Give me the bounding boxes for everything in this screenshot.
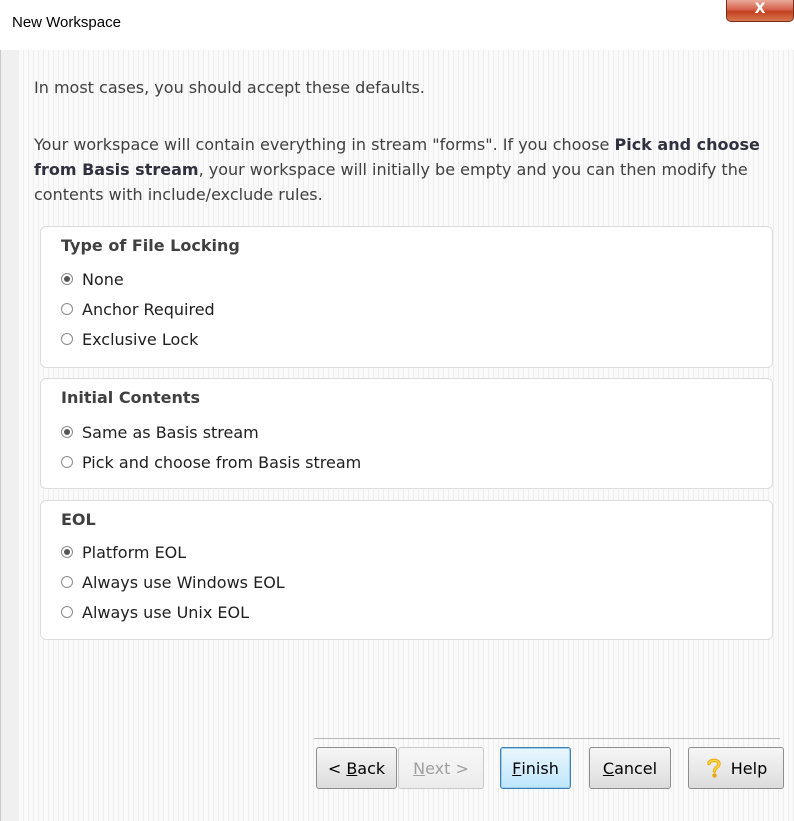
finish-button-rest: inish [521,758,559,778]
finish-button-mnemonic: F [512,758,522,778]
contents-option-pick[interactable]: Pick and choose from Basis stream [61,451,361,473]
eol-title: EOL [61,510,96,529]
locking-option-exclusive-lock-label: Exclusive Lock [82,329,199,349]
locking-option-anchor-required[interactable]: Anchor Required [61,298,215,320]
question-mark-icon [707,758,721,778]
radio-platform-eol[interactable] [61,546,73,558]
next-button-mnemonic: N [413,758,426,778]
locking-option-anchor-required-label: Anchor Required [82,299,215,319]
radio-anchor-required[interactable] [61,303,73,315]
radio-windows-eol[interactable] [61,576,73,588]
next-button-rest: ext > [425,758,469,778]
eol-group: EOL Platform EOL Always use Windows EOL … [40,500,773,640]
contents-option-same[interactable]: Same as Basis stream [61,421,259,443]
back-button-prefix: < [327,758,347,778]
back-button-rest: ack [357,758,386,778]
eol-option-unix[interactable]: Always use Unix EOL [61,601,249,623]
intro-text: In most cases, you should accept these d… [34,78,425,97]
eol-option-platform[interactable]: Platform EOL [61,541,186,563]
title-bar: New Workspace X [0,0,794,50]
back-button-mnemonic: B [346,758,358,778]
initial-contents-group: Initial Contents Same as Basis stream Pi… [40,378,773,489]
locking-option-none[interactable]: None [61,268,124,290]
eol-option-windows-label: Always use Windows EOL [82,572,285,592]
back-button[interactable]: < Back [316,747,397,789]
contents-option-same-label: Same as Basis stream [82,422,259,442]
contents-option-pick-label: Pick and choose from Basis stream [82,452,362,472]
close-button[interactable]: X [726,0,794,22]
description-part1: Your workspace will contain everything i… [34,135,615,154]
help-button-label: Help [730,758,768,778]
close-icon: X [754,1,766,17]
radio-none[interactable] [61,273,73,285]
eol-option-windows[interactable]: Always use Windows EOL [61,571,285,593]
radio-same-as-basis[interactable] [61,426,73,438]
cancel-button[interactable]: Cancel [589,747,671,789]
next-button[interactable]: Next > [398,747,484,789]
initial-contents-title: Initial Contents [61,388,200,407]
window-title: New Workspace [12,14,121,31]
cancel-button-mnemonic: C [602,758,615,778]
radio-pick-and-choose[interactable] [61,456,73,468]
eol-option-unix-label: Always use Unix EOL [82,602,250,622]
cancel-button-rest: ancel [614,758,658,778]
radio-exclusive-lock[interactable] [61,333,73,345]
description-text: Your workspace will contain everything i… [34,132,784,207]
locking-option-none-label: None [82,269,124,289]
file-locking-group: Type of File Locking None Anchor Require… [40,226,773,368]
locking-option-exclusive-lock[interactable]: Exclusive Lock [61,328,198,350]
file-locking-title: Type of File Locking [61,236,240,255]
radio-unix-eol[interactable] [61,606,73,618]
eol-option-platform-label: Platform EOL [82,542,187,562]
finish-button[interactable]: Finish [500,747,571,789]
help-button[interactable]: Help [688,747,784,789]
button-separator [314,738,780,739]
